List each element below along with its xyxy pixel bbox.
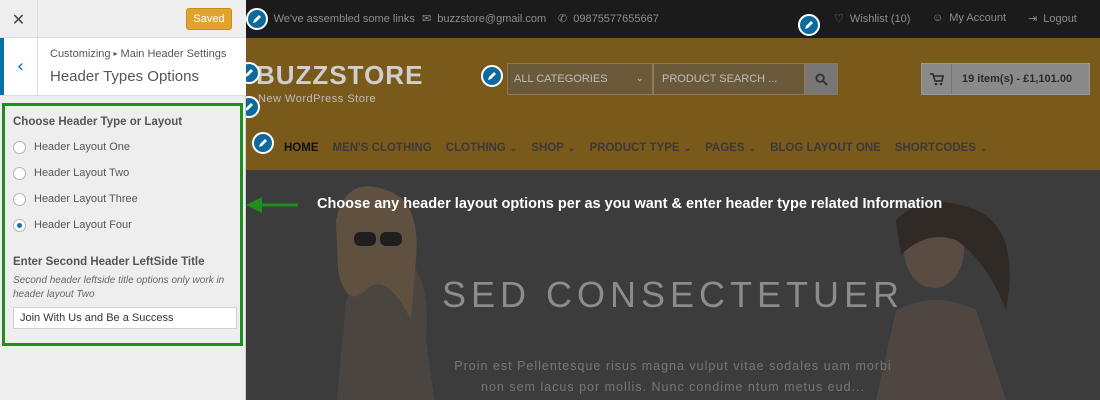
category-select-value: ALL CATEGORIES [514,73,608,85]
page-title: Header Types Options [50,68,199,85]
nav-label: BLOG LAYOUT ONE [770,142,881,154]
radio-label: Header Layout Three [34,193,138,205]
chevron-left-icon: ‹ [16,56,25,77]
topbar-email[interactable]: ✉ buzzstore@gmail.com [422,12,547,26]
radio-label: Header Layout Four [34,219,132,231]
topbar-phone[interactable]: ✆ 09875577655667 [558,12,659,26]
nav-item-clothing[interactable]: CLOTHING ⌄ [446,142,518,154]
nav-item-shop[interactable]: SHOP ⌄ [531,142,575,154]
radio-label: Header Layout One [34,141,131,153]
back-button[interactable]: ‹ [0,38,38,95]
nav-item-product-type[interactable]: PRODUCT TYPE ⌄ [589,142,691,154]
envelope-icon: ✉ [422,13,432,25]
hero-text: Proin est Pellentesque risus magna vulpu… [386,356,960,398]
header-type-heading: Choose Header Type or Layout [13,116,183,128]
nav-label: PAGES [705,142,745,154]
logout-icon: ⇥ [1028,13,1038,25]
breadcrumb-section: Main Header Settings [120,48,227,60]
topbar-email-text: buzzstore@gmail.com [437,12,547,25]
cart-summary: 19 item(s) - £1,101.00 [962,73,1073,85]
topbar-links[interactable]: ◉ We've assembled some links [258,12,415,26]
nav-label: CLOTHING [445,142,506,154]
leftside-title-input[interactable] [13,307,237,329]
topbar-account[interactable]: ☺ My Account [932,12,1006,24]
product-search-input[interactable]: PRODUCT SEARCH ... [653,63,805,95]
nav-label: MEN'S CLOTHING [332,142,432,154]
nav-item-home[interactable]: HOME [284,142,319,154]
topbar-links-text: We've assembled some links [273,12,415,25]
topbar-logout[interactable]: ⇥ Logout [1028,12,1077,26]
chevron-down-icon: ⌄ [979,142,988,153]
nav-item-mens-clothing[interactable]: MEN'S CLOTHING [333,142,432,154]
nav-label: SHOP [531,142,564,154]
edit-shortcut-pencil-icon[interactable] [798,14,820,36]
screen: ✕ Saved ‹ Customizing ▸ Main Header Settin… [0,0,1100,400]
radio-label: Header Layout Two [34,167,130,179]
radio-button-selected[interactable] [13,218,26,232]
breadcrumb-root: Customizing [50,48,111,60]
cart-button[interactable]: 19 item(s) - £1,101.00 [921,63,1090,95]
preview-header: BUZZSTORE New WordPress Store ALL CATEGO… [246,38,1100,170]
hero-title: SED CONSECTETUER [441,274,905,315]
edit-shortcut-pencil-icon[interactable] [481,65,503,87]
search-icon [815,72,828,86]
topbar-wishlist[interactable]: ♡ Wishlist (10) [834,12,911,26]
nav-item-blog-layout-one[interactable]: BLOG LAYOUT ONE [770,142,881,154]
site-logo[interactable]: BUZZSTORE [256,60,423,91]
section-header: ‹ Customizing ▸ Main Header Settings Heade… [0,38,246,96]
phone-icon: ✆ [558,13,568,25]
site-tagline: New WordPress Store [258,93,377,105]
cart-icon [922,64,952,94]
topbar-phone-text: 09875577655667 [573,12,659,25]
radio-option[interactable]: Header Layout Four [13,212,232,238]
breadcrumb: Customizing ▸ Main Header Settings [50,48,226,60]
radio-button[interactable] [13,140,26,154]
main-navigation: HOME MEN'S CLOTHING CLOTHING ⌄ SHOP ⌄ PROD… [284,142,1002,154]
leftside-title-description: Second header leftside title options onl… [13,275,225,300]
nav-label: SHORTCODES [894,142,976,154]
chevron-down-icon: ⌄ [635,73,644,84]
category-select[interactable]: ALL CATEGORIES ⌄ [507,63,653,95]
close-button[interactable]: ✕ [0,0,38,38]
site-preview: ◉ We've assembled some links ✉ buzzstore… [246,0,1100,400]
nav-label: HOME [284,142,319,154]
nav-label: PRODUCT TYPE [589,142,680,154]
radio-option[interactable]: Header Layout One [13,134,232,160]
edit-shortcut-pencil-icon[interactable] [246,8,268,30]
header-options-box: Choose Header Type or Layout Header Layo… [2,103,243,346]
annotation-arrow-icon [246,197,298,213]
topbar-account-text: My Account [949,12,1007,24]
customizer-panel: ✕ Saved ‹ Customizing ▸ Main Header Settin… [0,0,246,400]
preview-topbar: ◉ We've assembled some links ✉ buzzstore… [246,0,1100,38]
radio-option[interactable]: Header Layout Three [13,186,232,212]
search-button[interactable] [805,63,838,95]
close-icon: ✕ [11,9,26,29]
topbar-logout-text: Logout [1043,12,1077,25]
chevron-down-icon: ⌄ [748,142,757,153]
radio-option[interactable]: Header Layout Two [13,160,232,186]
hero-text-line: non sem lacus por mollis. Nunc condime n… [481,380,865,394]
radio-button[interactable] [13,192,26,206]
heart-icon: ♡ [834,13,844,25]
annotation-text: Choose any header layout options per as … [317,196,943,212]
chevron-down-icon: ⌄ [509,142,518,153]
chevron-down-icon: ⌄ [567,142,576,153]
leftside-title-heading: Enter Second Header LeftSide Title [13,256,205,268]
panel-topbar: ✕ Saved [0,0,246,38]
chevron-down-icon: ⌄ [683,142,692,153]
edit-shortcut-pencil-icon[interactable] [252,132,274,154]
breadcrumb-separator-icon: ▸ [113,49,118,58]
nav-item-pages[interactable]: PAGES ⌄ [705,142,756,154]
saved-button[interactable]: Saved [186,8,232,30]
nav-item-shortcodes[interactable]: SHORTCODES ⌄ [895,142,988,154]
topbar-wishlist-text: Wishlist (10) [849,12,911,25]
hero-text-line: Proin est Pellentesque risus magna vulpu… [454,359,892,373]
user-icon: ☺ [932,12,944,24]
radio-button[interactable] [13,166,26,180]
